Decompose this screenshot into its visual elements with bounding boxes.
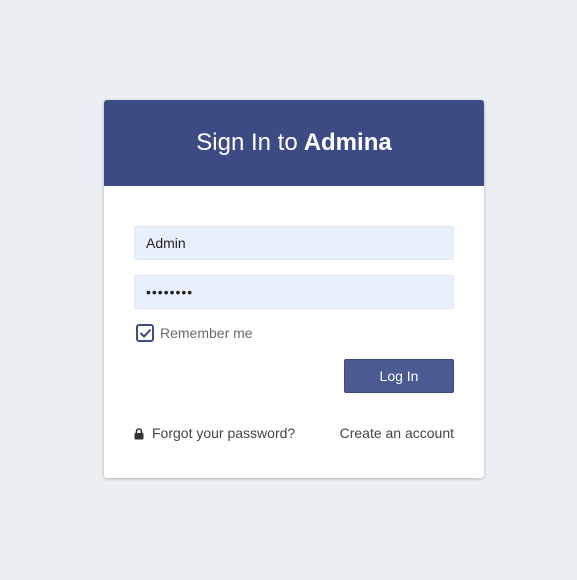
lock-icon bbox=[134, 427, 144, 440]
login-card: Sign In to Admina Remember me Log In For… bbox=[104, 100, 484, 478]
header-title-prefix: Sign In to bbox=[196, 129, 298, 156]
checkmark-icon bbox=[139, 328, 151, 337]
login-button[interactable]: Log In bbox=[344, 359, 454, 393]
forgot-password-link[interactable]: Forgot your password? bbox=[134, 425, 295, 441]
header-brand: Admina bbox=[303, 129, 392, 156]
password-input[interactable] bbox=[134, 275, 454, 309]
checkbox-box[interactable] bbox=[136, 324, 154, 342]
card-header: Sign In to Admina bbox=[104, 100, 484, 186]
forgot-password-label: Forgot your password? bbox=[152, 425, 296, 441]
remember-me-label: Remember me bbox=[160, 325, 253, 341]
username-input[interactable] bbox=[134, 226, 454, 260]
create-account-link[interactable]: Create an account bbox=[340, 425, 454, 441]
remember-me-checkbox[interactable]: Remember me bbox=[136, 324, 253, 342]
